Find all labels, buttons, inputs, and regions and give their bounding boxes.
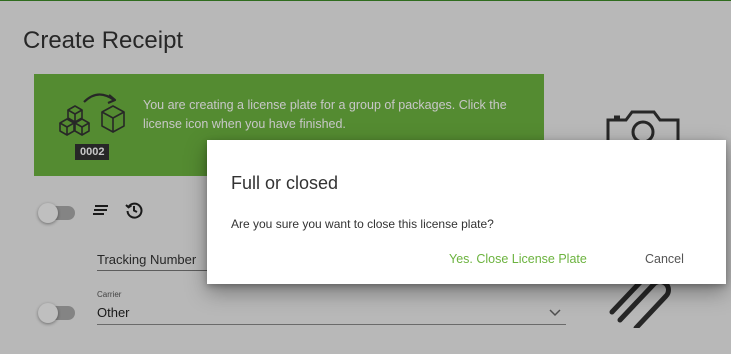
confirm-close-button[interactable]: Yes. Close License Plate <box>449 252 587 266</box>
dialog-title: Full or closed <box>231 173 339 193</box>
dialog-message: Are you sure you want to close this lice… <box>231 217 494 231</box>
cancel-button[interactable]: Cancel <box>645 252 684 266</box>
close-license-plate-dialog: Full or closed Are you sure you want to … <box>207 140 726 284</box>
